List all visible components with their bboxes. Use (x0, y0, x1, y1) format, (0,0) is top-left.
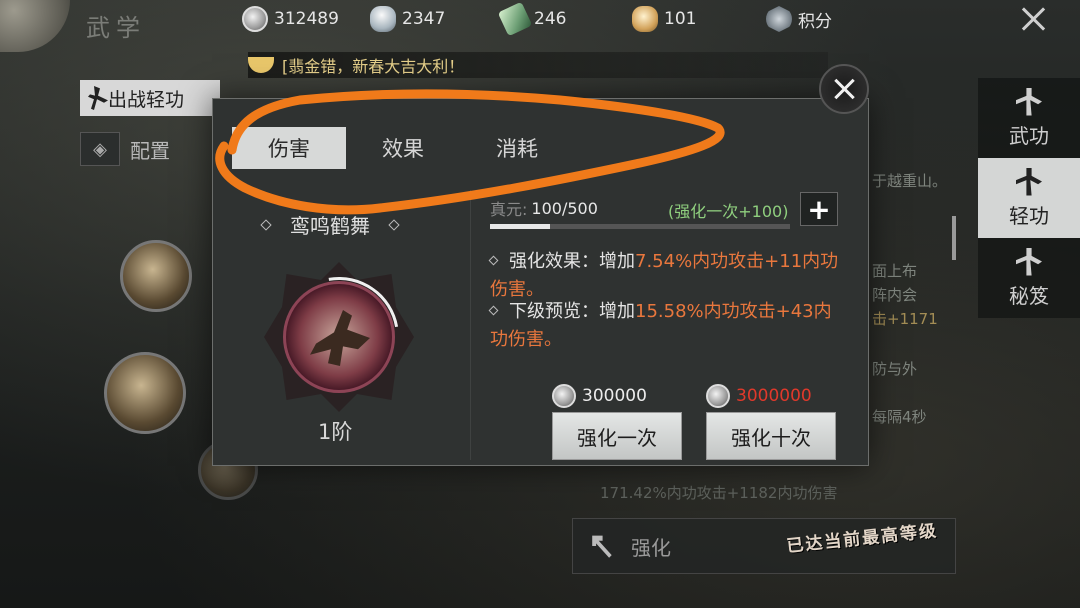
coin-icon (242, 6, 268, 32)
resource-ingot[interactable]: 101 (632, 6, 696, 32)
fan-icon (248, 57, 274, 73)
jade-value: 246 (534, 9, 567, 29)
cost-once: 300000 (552, 384, 647, 408)
add-button[interactable]: + (800, 192, 838, 226)
xp-value: 100/500 (531, 198, 598, 218)
tab-active-lightness[interactable]: 出战轻功 (80, 80, 220, 116)
nav-qinggong[interactable]: 轻功 (978, 158, 1080, 238)
marquee-text: [翡金错，新春大吉大利！ (282, 57, 465, 76)
xp-fill (490, 224, 550, 229)
skill-level: 1阶 (318, 420, 353, 444)
diamond-icon (488, 255, 499, 266)
enhance-label: 强化 (631, 535, 671, 560)
dialog-tabs: 伤害 效果 消耗 (232, 127, 574, 169)
cost-value: 3000000 (736, 386, 812, 406)
nav-wugong[interactable]: 武功 (978, 78, 1080, 158)
score-label: 积分 (798, 11, 832, 32)
xp-prefix: 真元: (490, 200, 528, 219)
progress-arc (255, 253, 423, 421)
skill-slot-2[interactable] (104, 352, 186, 434)
current-effect: 强化效果：增加7.54%内功攻击+11内功伤害。 (488, 248, 840, 304)
martial-icon (1016, 87, 1042, 116)
runner-icon (88, 86, 108, 110)
resource-bar: 312489 2347 246 101 积分 (0, 0, 1080, 40)
bg-summary: 171.42%内功攻击+1182内功伤害 (600, 484, 838, 502)
tab-cost[interactable]: 消耗 (460, 127, 574, 169)
score-icon (766, 6, 792, 32)
resource-jade[interactable]: 246 (497, 1, 567, 37)
tab-damage[interactable]: 伤害 (232, 127, 346, 169)
bg-desc-line: 于越重山。 (872, 172, 948, 190)
diamond-icon (260, 218, 272, 231)
cost-value: 300000 (582, 386, 647, 406)
strength-hint: (强化一次+100) (668, 202, 789, 221)
announcement-marquee: [翡金错，新春大吉大利！ (248, 52, 828, 78)
ingot-icon (632, 6, 658, 32)
lightness-icon (1016, 167, 1042, 196)
config-icon: ◈ (80, 132, 120, 166)
skill-emblem (255, 253, 423, 421)
bg-desc-line: 击+1171 (872, 310, 938, 328)
nav-miji[interactable]: 秘笈 (978, 238, 1080, 318)
bg-desc-line: 阵内会 (872, 286, 918, 304)
bg-desc-line: 每隔4秒 (872, 408, 927, 426)
nav-label: 轻功 (1009, 203, 1049, 228)
config-label: 配置 (130, 138, 170, 163)
nav-label: 秘笈 (1009, 283, 1049, 308)
skill-name: 鸾鸣鹤舞 (290, 214, 370, 238)
next-effect: 下级预览：增加15.58%内功攻击+43内功伤害。 (488, 298, 840, 354)
config-button[interactable]: ◈ 配置 (80, 132, 170, 166)
enhance-ten-button[interactable]: 强化十次 (706, 412, 836, 460)
cost-ten: 3000000 (706, 384, 812, 408)
resource-coin: 312489 (242, 6, 339, 32)
bg-desc-line: 面上布 (872, 262, 918, 280)
meditation-icon (1016, 247, 1042, 276)
coin-icon (552, 384, 576, 408)
jade-ticket-icon (497, 1, 533, 37)
effect-prefix: 下级预览：增加 (509, 301, 635, 322)
skill-title: 鸾鸣鹤舞 (260, 210, 400, 239)
tab-effect[interactable]: 效果 (346, 127, 460, 169)
enhance-once-button[interactable]: 强化一次 (552, 412, 682, 460)
scrollbar[interactable] (952, 216, 956, 260)
close-icon[interactable] (1018, 4, 1048, 34)
resource-silver[interactable]: 2347 (370, 6, 445, 32)
resource-score[interactable]: 积分 (766, 6, 832, 32)
coin-value: 312489 (274, 9, 339, 29)
diamond-icon (388, 218, 400, 231)
skill-slot-1[interactable] (120, 240, 192, 312)
coin-icon (706, 384, 730, 408)
ingot-value: 101 (664, 9, 697, 29)
tab-label: 出战轻功 (108, 88, 185, 111)
hammer-icon (592, 535, 612, 558)
side-nav: 武功 轻功 秘笈 (978, 78, 1080, 318)
xp-track (490, 224, 790, 229)
silver-value: 2347 (402, 9, 446, 29)
silver-icon (370, 6, 396, 32)
dialog-close-icon[interactable] (819, 64, 869, 114)
nav-label: 武功 (1009, 123, 1049, 148)
divider (470, 190, 471, 460)
bg-desc-line: 防与外 (872, 360, 918, 378)
effect-prefix: 强化效果：增加 (509, 251, 635, 272)
diamond-icon (488, 305, 499, 316)
